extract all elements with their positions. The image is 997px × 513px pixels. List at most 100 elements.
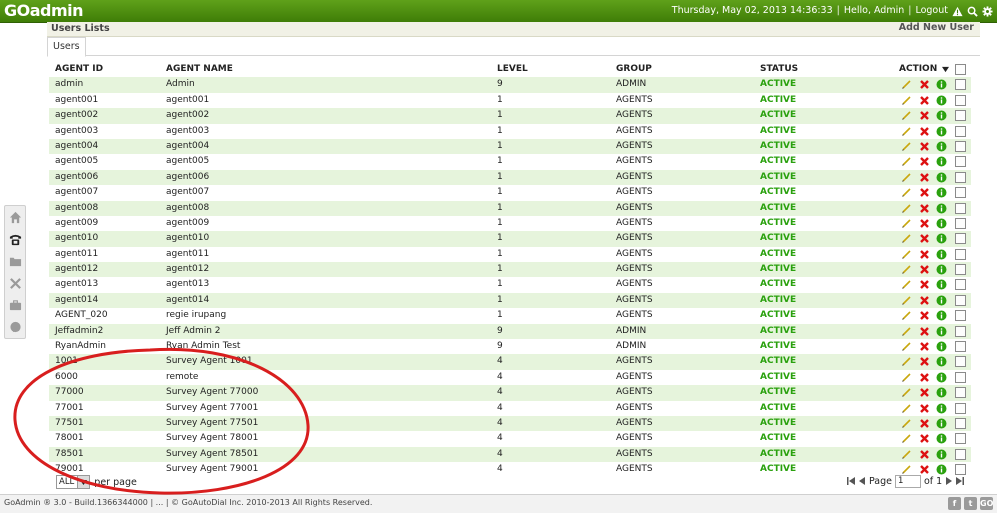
row-checkbox[interactable] <box>955 325 966 337</box>
delete-icon[interactable] <box>919 249 930 260</box>
delete-icon[interactable] <box>919 449 930 460</box>
delete-icon[interactable] <box>919 372 930 383</box>
row-checkbox[interactable] <box>955 110 966 122</box>
cell-agent-id[interactable]: agent002 <box>55 108 98 123</box>
delete-icon[interactable] <box>919 233 930 244</box>
cell-agent-id[interactable]: Jeffadmin2 <box>55 324 103 339</box>
edit-icon[interactable] <box>901 95 912 106</box>
info-icon[interactable] <box>936 449 947 460</box>
edit-icon[interactable] <box>901 187 912 198</box>
row-checkbox[interactable] <box>955 402 966 414</box>
info-icon[interactable] <box>936 95 947 106</box>
info-icon[interactable] <box>936 218 947 229</box>
cell-agent-id[interactable]: agent006 <box>55 170 98 185</box>
sidebar-item-help[interactable] <box>5 316 25 338</box>
row-checkbox[interactable] <box>955 233 966 245</box>
cell-agent-id[interactable]: AGENT_020 <box>55 308 108 323</box>
cell-agent-id[interactable]: agent014 <box>55 293 98 308</box>
col-status[interactable]: STATUS <box>760 62 798 77</box>
row-checkbox[interactable] <box>955 140 966 152</box>
cell-agent-id[interactable]: 78501 <box>55 447 84 462</box>
cell-agent-id[interactable]: admin <box>55 77 83 92</box>
info-icon[interactable] <box>936 418 947 429</box>
info-icon[interactable] <box>936 403 947 414</box>
delete-icon[interactable] <box>919 141 930 152</box>
cell-agent-id[interactable]: agent012 <box>55 262 98 277</box>
row-checkbox[interactable] <box>955 248 966 260</box>
delete-icon[interactable] <box>919 418 930 429</box>
col-agent-id[interactable]: AGENT ID <box>55 62 103 77</box>
row-checkbox[interactable] <box>955 279 966 291</box>
last-page-icon[interactable] <box>956 477 965 485</box>
sidebar-item-home[interactable] <box>5 206 25 228</box>
cell-agent-id[interactable]: agent010 <box>55 231 98 246</box>
edit-icon[interactable] <box>901 126 912 137</box>
cell-agent-id[interactable]: agent011 <box>55 247 98 262</box>
col-group[interactable]: GROUP <box>616 62 652 77</box>
delete-icon[interactable] <box>919 264 930 275</box>
cell-agent-id[interactable]: agent009 <box>55 216 98 231</box>
delete-icon[interactable] <box>919 310 930 321</box>
select-all-checkbox[interactable] <box>955 64 966 75</box>
cell-agent-id[interactable]: 1001 <box>55 354 78 369</box>
edit-icon[interactable] <box>901 156 912 167</box>
row-checkbox[interactable] <box>955 125 966 137</box>
cell-agent-id[interactable]: agent004 <box>55 139 98 154</box>
edit-icon[interactable] <box>901 233 912 244</box>
row-checkbox[interactable] <box>955 187 966 199</box>
row-checkbox[interactable] <box>955 202 966 214</box>
edit-icon[interactable] <box>901 218 912 229</box>
per-page-select[interactable]: ALL <box>56 475 91 489</box>
logout-link[interactable]: Logout <box>915 0 948 22</box>
info-icon[interactable] <box>936 310 947 321</box>
info-icon[interactable] <box>936 126 947 137</box>
cell-agent-id[interactable]: agent013 <box>55 277 98 292</box>
info-icon[interactable] <box>936 372 947 383</box>
cell-agent-id[interactable]: agent008 <box>55 201 98 216</box>
delete-icon[interactable] <box>919 433 930 444</box>
row-checkbox[interactable] <box>955 371 966 383</box>
delete-icon[interactable] <box>919 279 930 290</box>
tab-users[interactable]: Users <box>47 37 86 57</box>
info-icon[interactable] <box>936 295 947 306</box>
warning-icon[interactable] <box>952 6 963 17</box>
edit-icon[interactable] <box>901 403 912 414</box>
info-icon[interactable] <box>936 387 947 398</box>
edit-icon[interactable] <box>901 341 912 352</box>
row-checkbox[interactable] <box>955 417 966 429</box>
delete-icon[interactable] <box>919 187 930 198</box>
delete-icon[interactable] <box>919 326 930 337</box>
add-new-user-link[interactable]: Add New User <box>899 22 974 33</box>
info-icon[interactable] <box>936 141 947 152</box>
cell-agent-id[interactable]: agent001 <box>55 93 98 108</box>
edit-icon[interactable] <box>901 372 912 383</box>
prev-page-icon[interactable] <box>858 477 866 485</box>
delete-icon[interactable] <box>919 110 930 121</box>
info-icon[interactable] <box>936 249 947 260</box>
edit-icon[interactable] <box>901 387 912 398</box>
edit-icon[interactable] <box>901 449 912 460</box>
edit-icon[interactable] <box>901 249 912 260</box>
edit-icon[interactable] <box>901 172 912 183</box>
row-checkbox[interactable] <box>955 79 966 91</box>
row-checkbox[interactable] <box>955 217 966 229</box>
row-checkbox[interactable] <box>955 171 966 183</box>
row-checkbox[interactable] <box>955 433 966 445</box>
row-checkbox[interactable] <box>955 387 966 399</box>
cell-agent-id[interactable]: 77501 <box>55 416 84 431</box>
edit-icon[interactable] <box>901 203 912 214</box>
info-icon[interactable] <box>936 187 947 198</box>
cell-agent-id[interactable]: RyanAdmin <box>55 339 106 354</box>
info-icon[interactable] <box>936 326 947 337</box>
info-icon[interactable] <box>936 341 947 352</box>
delete-icon[interactable] <box>919 403 930 414</box>
sidebar-item-settings[interactable] <box>5 272 25 294</box>
cell-agent-id[interactable]: 77001 <box>55 401 84 416</box>
facebook-icon[interactable]: f <box>948 497 961 510</box>
sidebar-item-files[interactable] <box>5 250 25 272</box>
delete-icon[interactable] <box>919 126 930 137</box>
search-icon[interactable] <box>967 6 978 17</box>
edit-icon[interactable] <box>901 279 912 290</box>
row-checkbox[interactable] <box>955 448 966 460</box>
sidebar-item-reports[interactable] <box>5 294 25 316</box>
